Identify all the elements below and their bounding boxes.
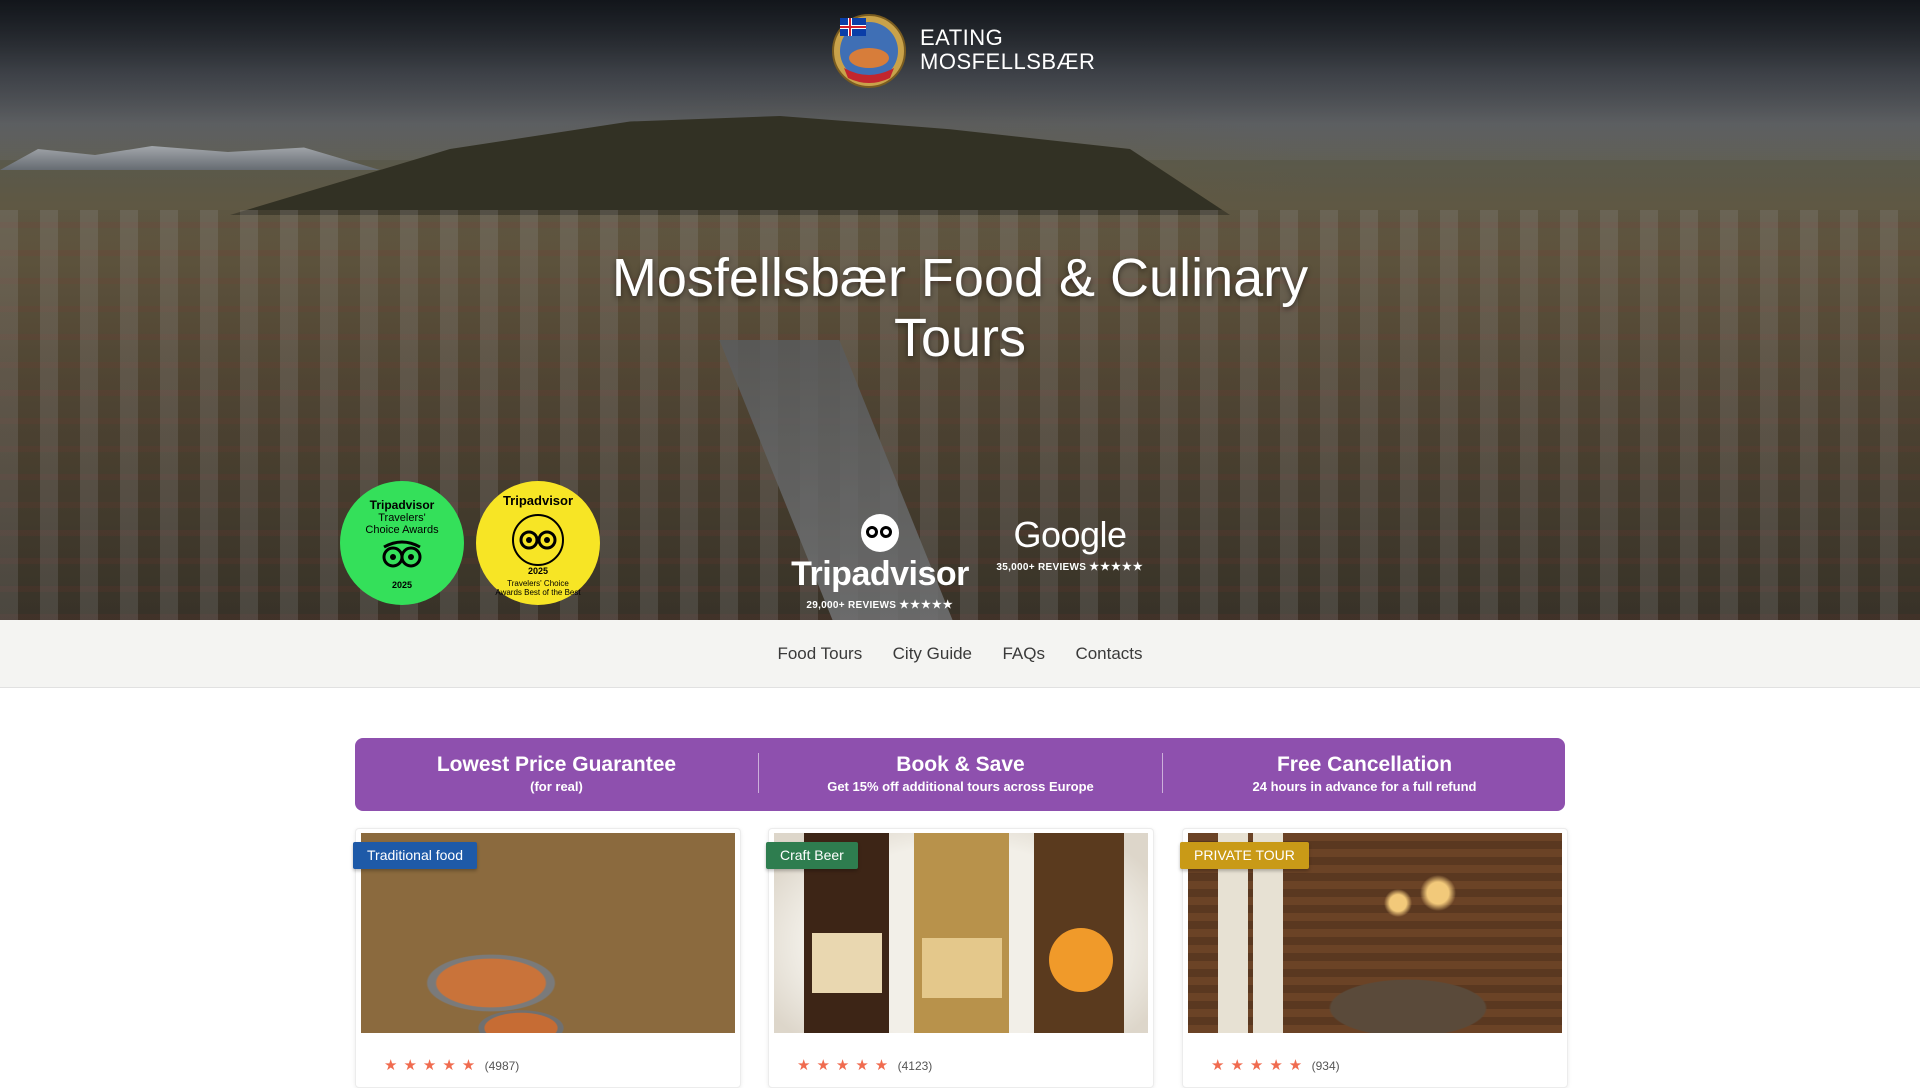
review-count: (4987)	[484, 1059, 520, 1073]
star-rating-icon: ★★★★★	[1211, 1057, 1309, 1074]
award-line-2: Travelers'	[378, 512, 426, 524]
review-count: (934)	[1311, 1059, 1340, 1073]
site-brand[interactable]: EATING MOSFELLSBÆR	[920, 26, 1095, 74]
banner-subtitle: 24 hours in advance for a full refund	[1252, 779, 1477, 794]
star-rating-icon: ★★★★★	[797, 1057, 895, 1074]
banner-title: Lowest Price Guarantee	[436, 753, 677, 776]
category-badge: PRIVATE TOUR	[1180, 842, 1309, 869]
tripadvisor-best-of-the-best-badge: Tripadvisor 2025 Travelers' Choice Award…	[476, 481, 600, 605]
tour-rating: ★★★★★ (4987)	[384, 1056, 519, 1074]
tour-rating: ★★★★★ (4123)	[797, 1056, 932, 1074]
nav-item-faqs[interactable]: FAQs	[1002, 644, 1045, 663]
tour-card-private-tour[interactable]: PRIVATE TOUR ★★★★★ (934)	[1180, 828, 1568, 1088]
star-rating-icon: ★★★★★	[384, 1057, 482, 1074]
category-badge: Traditional food	[353, 842, 477, 869]
banner-subtitle: Get 15% off additional tours across Euro…	[827, 779, 1094, 794]
star-rating-icon: ★★★★★	[1089, 561, 1144, 573]
page-title: Mosfellsbær Food & Culinary Tours	[611, 248, 1309, 368]
brand-line-2: MOSFELLSBÆR	[920, 49, 1096, 74]
review-count: 35,000+ REVIEWS	[996, 562, 1087, 573]
google-review-summary[interactable]: Google 35,000+ REVIEWS ★★★★★	[990, 514, 1150, 573]
review-count: 29,000+ REVIEWS	[806, 600, 897, 611]
banner-title: Book & Save	[896, 753, 1025, 776]
banner-title: Free Cancellation	[1276, 753, 1453, 776]
tour-card-craft-beer[interactable]: Craft Beer ★★★★★ (4123)	[766, 828, 1154, 1088]
review-meta: 29,000+ REVIEWS ★★★★★	[790, 598, 970, 611]
nav-item-city-guide[interactable]: City Guide	[893, 644, 972, 663]
tripadvisor-name: Tripadvisor	[791, 555, 969, 593]
beer-label	[922, 938, 1002, 998]
award-brand: Tripadvisor	[502, 493, 574, 508]
award-brand: Tripadvisor	[369, 498, 435, 512]
award-year: 2025	[527, 566, 549, 576]
award-line-2: Travelers' Choice Awards Best of the Bes…	[495, 579, 581, 597]
tripadvisor-owl-icon	[512, 514, 564, 566]
tripadvisor-review-summary[interactable]: Tripadvisor 29,000+ REVIEWS ★★★★★	[790, 514, 970, 611]
tripadvisor-owl-icon	[382, 540, 422, 568]
lowest-price-guarantee: Lowest Price Guarantee (for real)	[355, 738, 758, 811]
tour-card-traditional-food[interactable]: Traditional food ★★★★★ (4987)	[353, 828, 741, 1088]
beer-label	[1049, 928, 1113, 992]
google-logo: Google	[1013, 514, 1127, 555]
brand-line-1: EATING	[920, 25, 1004, 50]
banner-subtitle: (for real)	[530, 779, 583, 794]
hero-section: EATING MOSFELLSBÆR Mosfellsbær Food & Cu…	[0, 0, 1920, 620]
nav-item-contacts[interactable]: Contacts	[1075, 644, 1142, 663]
award-line-3: Choice Awards	[365, 524, 439, 536]
tripadvisor-travelers-choice-badge: Tripadvisor Travelers' Choice Awards 202…	[340, 481, 464, 605]
iceland-food-tour-logo-icon	[832, 14, 906, 88]
tripadvisor-logo: Tripadvisor	[790, 514, 970, 594]
main-nav: Food Tours City Guide FAQs Contacts	[0, 620, 1920, 688]
tripadvisor-owl-icon	[861, 514, 899, 552]
nav-item-food-tours[interactable]: Food Tours	[777, 644, 862, 663]
tour-rating: ★★★★★ (934)	[1211, 1056, 1340, 1074]
review-meta: 35,000+ REVIEWS ★★★★★	[990, 560, 1150, 573]
guarantee-banner: Lowest Price Guarantee (for real) Book &…	[355, 738, 1565, 811]
beer-label	[812, 933, 882, 993]
free-cancellation: Free Cancellation 24 hours in advance fo…	[1163, 738, 1566, 811]
star-rating-icon: ★★★★★	[899, 599, 954, 611]
category-badge: Craft Beer	[766, 842, 858, 869]
award-year: 2025	[391, 580, 413, 590]
review-count: (4123)	[897, 1059, 933, 1073]
book-and-save: Book & Save Get 15% off additional tours…	[759, 738, 1162, 811]
